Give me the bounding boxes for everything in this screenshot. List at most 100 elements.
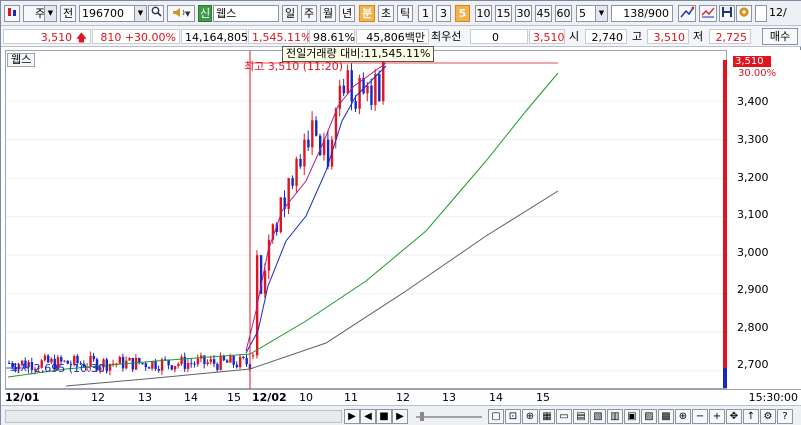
stock-name-field[interactable]: 웹스 (213, 5, 279, 22)
save-icon[interactable] (719, 5, 735, 22)
play-icon[interactable]: ▶ (344, 409, 360, 424)
compare-icon[interactable] (699, 5, 717, 22)
open-price: 2,740 (585, 29, 627, 44)
market-select[interactable]: 주 ▼ (23, 5, 57, 22)
help-icon[interactable]: ? (777, 409, 793, 424)
plus-icon[interactable]: + (709, 409, 725, 424)
candle (232, 355, 235, 365)
x-tick-label: 12/01 (5, 391, 40, 404)
print-icon[interactable]: ▩ (658, 409, 674, 424)
candle (203, 355, 206, 364)
text-tool-icon[interactable]: ▤ (573, 409, 589, 424)
toolbar: 주 ▼ 전 196700 ▼ ▼ 신 웹스 일 주 월 년 분 초 틱 1 3 … (1, 1, 801, 26)
candle (238, 356, 242, 368)
table-icon[interactable]: ▥ (607, 409, 623, 424)
candle (170, 365, 174, 370)
x-tick-label: 12/02 (252, 391, 287, 404)
prev-button[interactable]: 전 (60, 5, 76, 22)
step-forward-icon[interactable]: ▶ (392, 409, 408, 424)
chevron-down-icon: ▼ (134, 6, 146, 21)
candle (350, 70, 353, 102)
period-month-button[interactable]: 월 (320, 5, 336, 22)
period-minute-button[interactable]: 분 (359, 5, 375, 22)
stock-code-input[interactable]: 196700 ▼ (79, 5, 147, 22)
candle (157, 369, 161, 371)
y-tick-label: 2,900 (737, 283, 769, 296)
bottom-toolbar: ▶ ◀ ■ ▶ ▢ ⊡ ⊕ ▦ ▭ ▤ ▧ ▥ ▣ ▨ ▩ ⊕ − + ✥ ↑ … (1, 405, 801, 425)
interval-5-button[interactable]: 5 (455, 5, 470, 22)
step-back-icon[interactable]: ◀ (360, 409, 376, 424)
candle (173, 366, 177, 370)
candle (229, 355, 232, 363)
window-icon[interactable]: ▣ (624, 409, 640, 424)
current-price-tag: 3,510 (733, 56, 771, 67)
x-axis: 12/01 12 13 14 15 12/02 10 11 12 13 14 1… (5, 389, 801, 405)
interval-select[interactable]: 5 ▼ (576, 5, 608, 22)
stop-icon[interactable]: ■ (376, 409, 392, 424)
candle (121, 356, 125, 369)
candle (128, 357, 131, 361)
candle (366, 85, 369, 94)
line-tool-icon[interactable] (678, 5, 696, 22)
candle (342, 85, 346, 94)
x-tick-label: 12 (396, 391, 410, 404)
sound-icon[interactable]: ▼ (167, 5, 195, 22)
indicator-icon[interactable]: ▧ (590, 409, 606, 424)
x-tick-label: 10 (299, 391, 313, 404)
current-price: 3,510 🡅 (3, 29, 91, 44)
x-tick-label: 11 (344, 391, 358, 404)
candle (225, 360, 229, 363)
cut-date-checkbox[interactable] (755, 5, 767, 22)
candle (235, 364, 239, 368)
interval-30-button[interactable]: 30 (515, 5, 532, 22)
arrow-up-icon[interactable]: ↑ (743, 409, 759, 424)
volume: 14,164,805 (181, 29, 248, 44)
zoom-fit-icon[interactable]: ▢ (488, 409, 504, 424)
period-year-button[interactable]: 년 (339, 5, 355, 22)
zoom-in-icon[interactable]: ⊕ (675, 409, 691, 424)
price-chart[interactable]: 최고 3,510 (11:20) 최저 2,695 (10:30) (5, 50, 728, 390)
zoom-slider[interactable] (414, 411, 484, 422)
move-icon[interactable]: ✥ (726, 409, 742, 424)
count-total: /900 (644, 7, 669, 20)
candle (299, 158, 302, 167)
chart-type-icon[interactable] (4, 5, 20, 22)
buy-button[interactable]: 매수 (762, 28, 798, 45)
horizontal-scrollbar[interactable] (5, 410, 342, 423)
low-note: 최저 2,695 (10:30) (10, 362, 109, 375)
ruler-icon[interactable]: ▭ (556, 409, 572, 424)
new-badge: 신 (198, 5, 212, 22)
interval-3-button[interactable]: 3 (436, 5, 451, 22)
period-tick-button[interactable]: 틱 (397, 5, 413, 22)
interval-15-button[interactable]: 15 (495, 5, 512, 22)
candle (92, 355, 95, 360)
period-week-button[interactable]: 주 (301, 5, 317, 22)
candle (252, 355, 255, 357)
search-icon[interactable] (148, 5, 164, 22)
candle (263, 270, 267, 294)
candle (295, 158, 298, 186)
candle (151, 361, 154, 369)
candle (186, 363, 190, 369)
cut-date-label: 12/ (769, 6, 787, 19)
grid-icon[interactable]: ▦ (539, 409, 555, 424)
gear-icon[interactable] (736, 5, 752, 22)
interval-1-button[interactable]: 1 (418, 5, 433, 22)
interval-60-button[interactable]: 60 (555, 5, 572, 22)
high-price: 3,510 (647, 29, 689, 44)
settings-icon[interactable]: ⚙ (760, 409, 776, 424)
candle (315, 120, 318, 136)
minus-icon[interactable]: − (692, 409, 708, 424)
count-field[interactable]: 138/900 (611, 5, 673, 22)
interval-10-button[interactable]: 10 (475, 5, 492, 22)
chevron-down-icon: ▼ (44, 6, 56, 21)
layout-icon[interactable]: ▨ (641, 409, 657, 424)
candle (374, 74, 377, 105)
interval-45-button[interactable]: 45 (535, 5, 552, 22)
candle (219, 355, 222, 370)
crosshair-icon[interactable]: ⊕ (522, 409, 538, 424)
period-second-button[interactable]: 초 (378, 5, 394, 22)
zoom-area-icon[interactable]: ⊡ (505, 409, 521, 424)
change-pct: +30.00% (124, 31, 176, 44)
period-day-button[interactable]: 일 (282, 5, 298, 22)
